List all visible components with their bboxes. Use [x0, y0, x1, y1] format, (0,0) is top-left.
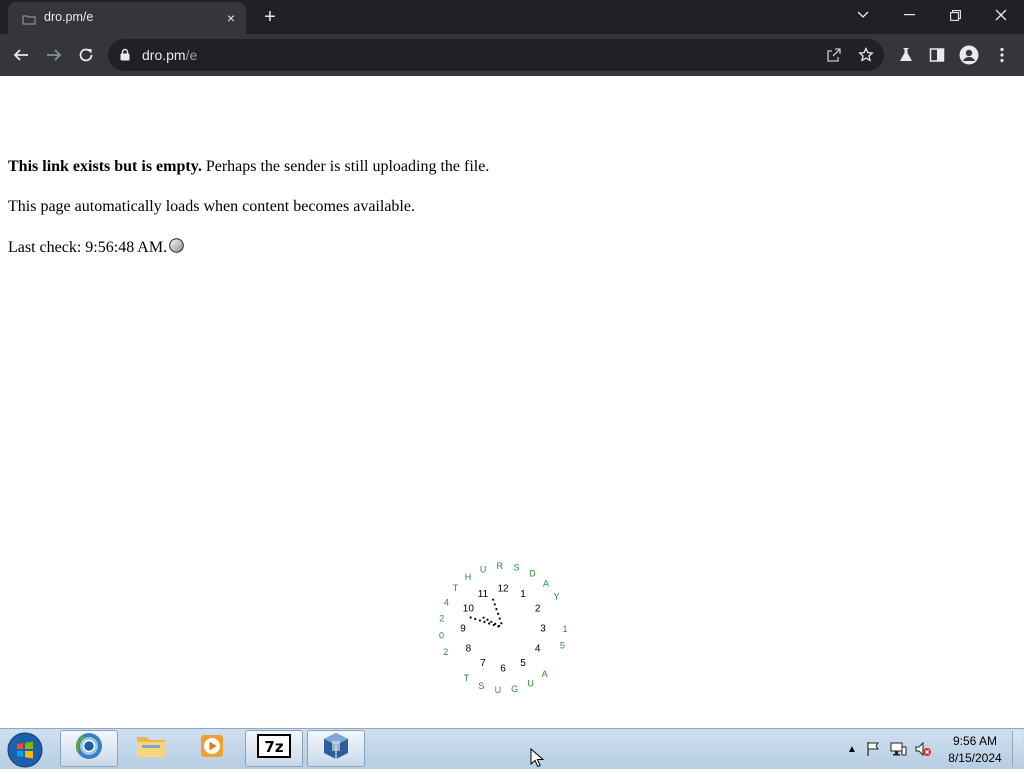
restore-button[interactable]	[932, 0, 978, 30]
last-check-text: Last check: 9:56:48 AM.	[8, 239, 168, 256]
clock-date-ring-letter: R	[496, 561, 503, 571]
reload-button[interactable]	[73, 42, 99, 68]
clock-date-ring-letter: S	[478, 681, 484, 691]
new-tab-button[interactable]: +	[259, 6, 281, 28]
svg-text:7z: 7z	[264, 738, 283, 756]
taskbar-7zip-button[interactable]: 7z	[245, 730, 303, 767]
volume-muted-icon[interactable]	[914, 740, 932, 758]
clock-hour-label: 7	[480, 658, 486, 669]
labs-flask-icon[interactable]	[895, 44, 917, 66]
browser-tab[interactable]: dro.pm/e ×	[8, 2, 246, 34]
minimize-button[interactable]	[886, 0, 932, 30]
clock-date-ring-letter: A	[543, 578, 549, 588]
network-icon[interactable]	[889, 740, 907, 758]
auto-load-message: This page automatically loads when conte…	[8, 198, 415, 215]
menu-kebab-icon[interactable]	[991, 44, 1013, 66]
clock-date-ring-letter: D	[529, 568, 536, 578]
lock-icon[interactable]	[120, 48, 130, 66]
clock-date-ring-letter: H	[465, 572, 472, 582]
url-text: dro.pm/e	[142, 47, 197, 63]
action-center-flag-icon[interactable]	[864, 740, 882, 758]
clock-hour-label: 8	[466, 644, 472, 655]
clock-hour-label: 12	[497, 584, 509, 595]
clock-hour-label: 9	[460, 624, 466, 635]
clock-date[interactable]: 8/15/2024	[944, 751, 1006, 765]
clock-date-ring-letter: U	[495, 685, 502, 695]
mouse-cursor-icon	[530, 747, 545, 773]
close-window-button[interactable]	[978, 0, 1024, 30]
clock-hour-label: 2	[535, 604, 541, 615]
tab-close-icon[interactable]: ×	[223, 10, 239, 26]
side-panel-icon[interactable]	[926, 44, 948, 66]
clock-hour-label: 10	[463, 604, 475, 615]
loading-spinner-icon	[169, 238, 184, 253]
clock-hour-label: 11	[478, 589, 489, 600]
start-button[interactable]	[6, 731, 44, 769]
browser-toolbar: dro.pm/e	[0, 34, 1024, 76]
clock-date-ring-letter: T	[453, 583, 459, 593]
show-hidden-icons-icon[interactable]: ▲	[843, 740, 861, 758]
clock-hour-label: 6	[500, 664, 506, 675]
clock-date-ring-letter: U	[527, 678, 534, 688]
clock-date-ring-letter: 5	[560, 641, 565, 651]
empty-link-detail: Perhaps the sender is still uploading th…	[201, 158, 490, 175]
taskbar-media-player-button[interactable]	[183, 730, 241, 767]
empty-link-message: This link exists but is empty. Perhaps t…	[8, 158, 489, 176]
media-player-icon	[198, 732, 226, 765]
clock-hour-label: 1	[520, 589, 526, 600]
tab-search-icon[interactable]	[840, 0, 886, 30]
clock-date-ring-letter: Y	[553, 592, 559, 602]
taskbar: 7z ▲ 9:56 AM 8/15/2024	[0, 728, 1024, 769]
chrome-icon	[74, 731, 104, 766]
clock-minute-hand	[492, 598, 503, 625]
taskbar-chrome-button[interactable]	[60, 730, 118, 767]
7zip-icon: 7z	[257, 734, 291, 763]
share-icon[interactable]	[824, 45, 844, 65]
taskbar-explorer-button[interactable]	[122, 730, 180, 767]
forward-button[interactable]	[41, 42, 67, 68]
url-path: /e	[185, 47, 198, 63]
cursor-clock: 12 1234567891011THU R SDAY15AUGUST2024	[439, 561, 568, 695]
clock-date-ring-letter: A	[542, 669, 548, 679]
clock-date-ring-letter: 0	[439, 631, 444, 641]
tab-strip: dro.pm/e × +	[0, 0, 1024, 34]
empty-link-heading: This link exists but is empty.	[8, 158, 202, 175]
url-host: dro.pm	[142, 47, 186, 63]
clock-date-ring-letter: T	[464, 673, 470, 683]
clock-date-ring-letter: 4	[444, 597, 449, 607]
back-button[interactable]	[8, 42, 34, 68]
clock-date-ring-letter: S	[514, 562, 520, 572]
taskbar-virtualbox-button[interactable]	[307, 730, 365, 767]
profile-avatar-icon[interactable]	[958, 44, 980, 66]
last-check-line: Last check: 9:56:48 AM.	[8, 238, 184, 257]
virtualbox-icon	[321, 731, 351, 766]
page-content: This link exists but is empty. Perhaps t…	[0, 76, 1024, 728]
clock-hour-label: 3	[540, 624, 546, 635]
bookmark-star-icon[interactable]	[856, 45, 876, 65]
folder-icon	[135, 732, 167, 765]
tab-title: dro.pm/e	[44, 10, 94, 24]
clock-date-ring-letter: 1	[562, 624, 567, 634]
clock-hour-label: 5	[520, 658, 526, 669]
clock-time[interactable]: 9:56 AM	[944, 734, 1006, 748]
clock-date-ring-letter: U	[480, 564, 487, 574]
folder-favicon-icon	[22, 12, 36, 25]
address-bar[interactable]: dro.pm/e	[108, 39, 884, 71]
clock-hour-label: 4	[535, 644, 541, 655]
clock-date-ring-letter: 2	[439, 614, 444, 624]
show-desktop-button[interactable]	[1012, 731, 1023, 767]
clock-date-ring-letter: G	[511, 684, 518, 694]
clock-date-ring-letter: 2	[443, 647, 448, 657]
